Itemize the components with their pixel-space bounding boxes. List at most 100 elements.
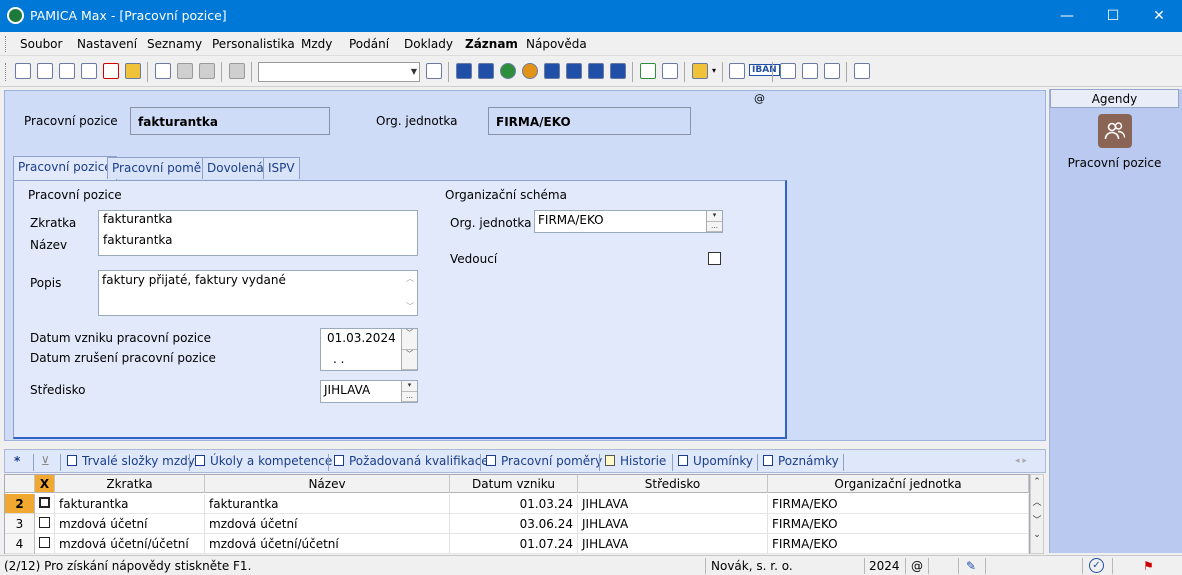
menu-soubor[interactable]: Soubor xyxy=(20,37,62,51)
tab-ukoly[interactable]: Úkoly a kompetence xyxy=(195,454,332,468)
tab-dovolena[interactable]: Dovolená xyxy=(202,157,269,179)
new-row-icon[interactable]: * xyxy=(14,454,20,468)
export-pdf-icon[interactable] xyxy=(103,63,119,79)
table-cell-org[interactable]: FIRMA/EKO xyxy=(768,514,1029,534)
row-checkbox[interactable] xyxy=(39,537,50,548)
form-icon[interactable] xyxy=(802,63,818,79)
tab-upominky[interactable]: Upomínky xyxy=(678,454,753,468)
tab-pracovni-pomer[interactable]: Pracovní poměr xyxy=(107,157,212,179)
org-jednotka-picker[interactable]: ▾ … xyxy=(706,211,722,232)
row-select-cell[interactable] xyxy=(35,494,55,514)
red-flag-icon[interactable]: ⚑ xyxy=(1143,559,1154,573)
chart-icon[interactable] xyxy=(478,63,494,79)
org-jednotka-input[interactable]: FIRMA/EKO ▾ … xyxy=(534,210,723,233)
table-cell-org[interactable]: FIRMA/EKO xyxy=(768,534,1029,554)
grid-scrollbar[interactable]: ⌃ ︿ ﹀ ⌄ xyxy=(1030,474,1044,554)
tab-pracovni-pomery[interactable]: Pracovní poměry xyxy=(486,454,602,468)
table-cell-datum[interactable]: 03.06.24 xyxy=(450,514,578,534)
date-dropdown[interactable]: ﹀ ﹀ xyxy=(401,329,417,370)
close-button[interactable]: ✕ xyxy=(1136,0,1182,32)
calculator-icon[interactable] xyxy=(729,63,745,79)
toolbar-combo[interactable]: ▼ xyxy=(258,62,420,82)
tab-scroll-arrows[interactable]: ◂ ▸ xyxy=(1015,456,1027,466)
menu-seznamy[interactable]: Seznamy xyxy=(147,37,202,51)
table-cell-zkratka[interactable]: fakturantka xyxy=(55,494,205,514)
check-circle-icon[interactable]: ✓ xyxy=(1089,558,1104,573)
m-icon[interactable] xyxy=(588,63,604,79)
red-flag-icon[interactable] xyxy=(662,63,678,79)
row-checkbox[interactable] xyxy=(39,517,50,528)
table-cell-zkratka[interactable]: mzdová účetní/účetní xyxy=(55,534,205,554)
vedouci-checkbox[interactable] xyxy=(708,252,721,265)
chevron-up-icon[interactable]: ︿ xyxy=(406,273,414,284)
tab-historie[interactable]: Historie xyxy=(605,454,666,468)
green-flag-icon[interactable] xyxy=(640,63,656,79)
chevron-down-icon[interactable]: ▼ xyxy=(411,67,417,76)
new-record-icon[interactable] xyxy=(155,63,171,79)
row-number[interactable]: 4 xyxy=(5,534,35,554)
tab-poznamky[interactable]: Poznámky xyxy=(763,454,839,468)
scroll-up-icon[interactable]: ︿ xyxy=(1031,495,1043,508)
row-select-cell[interactable] xyxy=(35,514,55,534)
table-cell-nazev[interactable]: mzdová účetní/účetní xyxy=(205,534,450,554)
stredisko-picker[interactable]: ▾ … xyxy=(401,381,417,402)
table-cell-datum[interactable]: 01.07.24 xyxy=(450,534,578,554)
scroll-bottom-icon[interactable]: ⌄ xyxy=(1031,530,1043,540)
ellipsis-icon[interactable]: … xyxy=(402,392,417,402)
scroll-down-icon[interactable]: ﹀ xyxy=(1031,513,1043,526)
clock-icon[interactable] xyxy=(566,63,582,79)
table-cell-stredisko[interactable]: JIHLAVA xyxy=(578,514,768,534)
row-checkbox[interactable] xyxy=(39,497,50,508)
tab-trvale-slozky[interactable]: Trvalé složky mzdy xyxy=(67,454,195,468)
print-preview-icon[interactable] xyxy=(81,63,97,79)
tab-kvalifikace[interactable]: Požadovaná kvalifikace xyxy=(334,454,489,468)
open-agenda-icon[interactable] xyxy=(15,63,31,79)
tab-ispv[interactable]: ISPV xyxy=(263,157,300,179)
maximize-button[interactable]: ☐ xyxy=(1090,0,1136,32)
column-header-org-jednotka[interactable]: Organizační jednotka xyxy=(768,475,1029,493)
column-header-zkratka[interactable]: Zkratka xyxy=(55,475,205,493)
chevron-down-icon[interactable]: ﹀ xyxy=(402,350,417,370)
m-add-icon[interactable] xyxy=(610,63,626,79)
row-number[interactable]: 2 xyxy=(5,494,35,514)
save-record-icon[interactable] xyxy=(177,63,193,79)
scroll-top-icon[interactable]: ⌃ xyxy=(1031,477,1043,487)
filter-icon[interactable] xyxy=(426,63,442,79)
table-cell-org[interactable]: FIRMA/EKO xyxy=(768,494,1029,514)
stredisko-input[interactable]: JIHLAVA ▾ … xyxy=(320,380,418,403)
table-cell-stredisko[interactable]: JIHLAVA xyxy=(578,534,768,554)
employee-green-icon[interactable] xyxy=(500,63,516,79)
folder-dropdown-icon[interactable]: ▾ xyxy=(712,66,716,75)
agenda-item-label[interactable]: Pracovní pozice xyxy=(1050,156,1179,170)
datum-vzniku-input[interactable]: 01.03.2024 xyxy=(327,331,396,345)
filter-icon[interactable]: ⊻ xyxy=(41,454,50,468)
table-cell-zkratka[interactable]: mzdová účetní xyxy=(55,514,205,534)
duplicate-icon[interactable] xyxy=(229,63,245,79)
delete-record-icon[interactable] xyxy=(199,63,215,79)
menu-personalistika[interactable]: Personalistika xyxy=(212,37,295,51)
pen-check-icon[interactable]: ✎ xyxy=(966,559,976,573)
select-all-header[interactable]: X xyxy=(35,475,55,493)
folder-icon[interactable] xyxy=(692,63,708,79)
m-calc-icon[interactable] xyxy=(456,63,472,79)
table-cell-stredisko[interactable]: JIHLAVA xyxy=(578,494,768,514)
column-header-nazev[interactable]: Název xyxy=(205,475,450,493)
iban-icon[interactable]: IBAN xyxy=(749,64,780,76)
nazev-input[interactable]: fakturantka xyxy=(103,233,173,247)
row-select-cell[interactable] xyxy=(35,534,55,554)
menu-zaznam[interactable]: Záznam xyxy=(465,37,518,51)
row-number[interactable]: 3 xyxy=(5,514,35,534)
chevron-down-icon[interactable]: ▾ xyxy=(707,211,722,222)
zkratka-input[interactable]: fakturantka xyxy=(103,212,173,226)
window-icon[interactable] xyxy=(780,63,796,79)
help-icon[interactable] xyxy=(854,63,870,79)
minimize-button[interactable]: — xyxy=(1044,0,1090,32)
chevron-down-icon[interactable]: ﹀ xyxy=(406,301,414,312)
popis-input[interactable]: faktury přijaté, faktury vydané ︿ ﹀ xyxy=(98,270,418,316)
table-cell-datum[interactable]: 01.03.24 xyxy=(450,494,578,514)
column-header-stredisko[interactable]: Středisko xyxy=(578,475,768,493)
chevron-down-icon[interactable]: ▾ xyxy=(402,381,417,392)
copy-record-icon[interactable] xyxy=(37,63,53,79)
list-icon[interactable] xyxy=(824,63,840,79)
table-cell-nazev[interactable]: mzdová účetní xyxy=(205,514,450,534)
